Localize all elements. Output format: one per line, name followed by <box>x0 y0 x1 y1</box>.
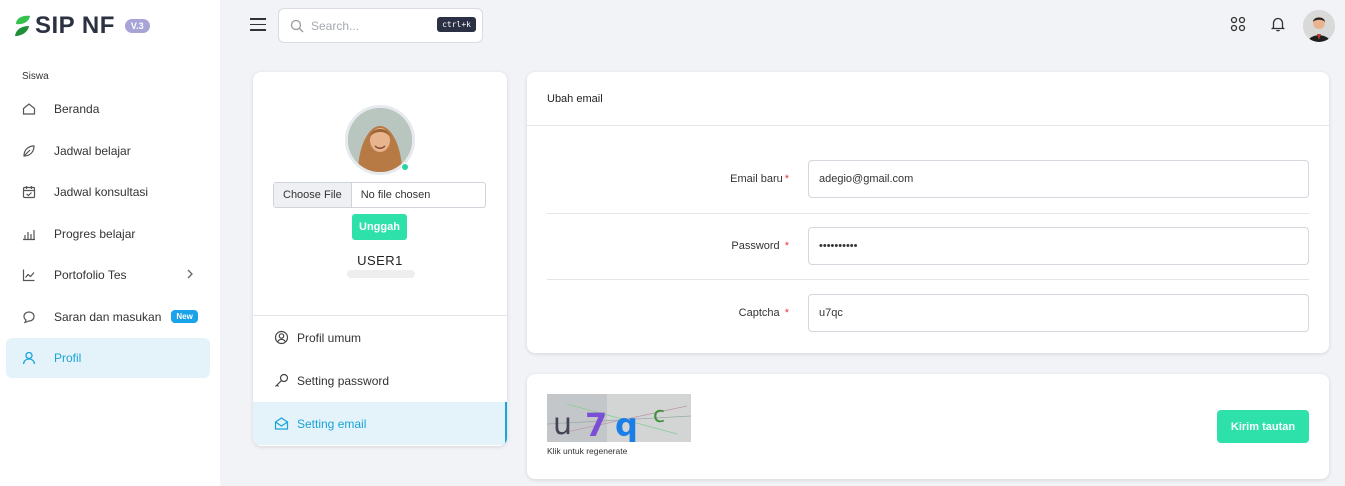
bar-chart-icon <box>22 227 36 241</box>
new-badge: New <box>171 310 198 323</box>
new-email-input[interactable] <box>808 160 1309 198</box>
sidebar-item-jadwal-belajar[interactable]: Jadwal belajar <box>6 131 210 171</box>
captcha-image[interactable]: u 7 q c <box>547 394 691 442</box>
user-avatar[interactable] <box>1303 10 1335 42</box>
profile-menu-setting-email[interactable]: Setting email <box>253 402 507 445</box>
leaf-logo-icon <box>15 15 30 36</box>
user-circle-icon <box>273 330 289 346</box>
menu-toggle-button[interactable] <box>250 18 266 32</box>
sidebar-item-beranda[interactable]: Beranda <box>6 89 210 129</box>
email-label: Email baru * <box>730 173 789 185</box>
profile-menu-label: Setting password <box>297 373 390 388</box>
leaf-icon <box>22 144 36 158</box>
sidebar-item-label: Saran dan masukan <box>54 309 162 324</box>
captcha-char: c <box>653 403 665 428</box>
app-name: SIP NF <box>35 12 115 39</box>
captcha-row: Captcha * <box>547 294 1309 361</box>
password-label: Password * <box>731 240 789 252</box>
password-input[interactable] <box>808 227 1309 265</box>
sidebar-item-label: Jadwal belajar <box>54 143 131 158</box>
online-status-dot <box>401 163 409 171</box>
sidebar: SIP NF V.3 Siswa Beranda Jadwal belajar … <box>0 0 220 486</box>
profile-menu-label: Setting email <box>297 416 367 431</box>
divider <box>547 213 1309 214</box>
captcha-label: Captcha * <box>738 307 789 319</box>
calendar-icon <box>22 185 36 199</box>
line-chart-icon <box>22 268 36 282</box>
profile-menu-profil-umum[interactable]: Profil umum <box>253 316 507 359</box>
sidebar-section-title: Siswa <box>22 71 49 82</box>
envelope-open-icon <box>273 416 289 432</box>
bell-icon[interactable] <box>1270 16 1286 32</box>
captcha-input[interactable] <box>808 294 1309 332</box>
version-badge: V.3 <box>124 19 150 33</box>
sidebar-item-portofolio-tes[interactable]: Portofolio Tes <box>6 255 210 295</box>
captcha-char: u <box>553 407 572 442</box>
sidebar-item-profil[interactable]: Profil <box>6 338 210 378</box>
app-logo[interactable]: SIP NF V.3 <box>14 12 150 40</box>
change-email-card: Ubah email Email baru* Password * Captch… <box>527 72 1329 353</box>
profile-menu: Profil umum Setting password Setting ema… <box>253 316 507 445</box>
captcha-card: u 7 q c Klik untuk regenerate Kirim taut… <box>527 374 1329 479</box>
email-row: Email baru * <box>547 160 1309 227</box>
sidebar-item-saran-dan-masukan[interactable]: Saran dan masukan New <box>6 297 210 337</box>
apps-grid-icon[interactable] <box>1230 16 1246 32</box>
sidebar-item-progres-belajar[interactable]: Progres belajar <box>6 214 210 254</box>
send-link-button[interactable]: Kirim tautan <box>1217 410 1309 443</box>
choose-file-button[interactable]: Choose File <box>274 183 352 207</box>
card-title: Ubah email <box>527 72 1329 126</box>
password-row: Password * <box>547 227 1309 294</box>
photo-file-input[interactable]: Choose File No file chosen <box>273 182 486 208</box>
sidebar-item-jadwal-konsultasi[interactable]: Jadwal konsultasi <box>6 172 210 212</box>
search-icon <box>290 19 304 32</box>
search-input[interactable] <box>311 18 421 33</box>
user-icon <box>22 351 36 365</box>
sidebar-item-label: Beranda <box>54 102 100 116</box>
chevron-right-icon <box>186 268 194 282</box>
sidebar-item-label: Profil <box>54 351 82 365</box>
redacted-text-placeholder <box>347 270 415 278</box>
file-name-text: No file chosen <box>360 189 431 201</box>
search-shortcut-badge: ctrl+k <box>437 17 476 32</box>
captcha-char: 7 <box>585 406 607 442</box>
sidebar-item-label: Jadwal konsultasi <box>54 185 149 199</box>
key-icon <box>273 373 289 389</box>
sidebar-nav: Beranda Jadwal belajar Jadwal konsultasi… <box>6 89 210 380</box>
profile-menu-label: Profil umum <box>297 330 362 345</box>
search-box[interactable]: ctrl+k <box>278 8 483 43</box>
divider <box>547 279 1309 280</box>
profile-menu-setting-password[interactable]: Setting password <box>253 359 507 402</box>
sidebar-item-label: Progres belajar <box>54 226 136 241</box>
chat-icon <box>22 310 36 324</box>
profile-card: Choose File No file chosen Unggah USER1 … <box>253 72 507 446</box>
captcha-char: q <box>615 406 638 442</box>
home-icon <box>22 102 36 116</box>
upload-button[interactable]: Unggah <box>352 214 407 240</box>
sidebar-item-label: Portofolio Tes <box>54 268 127 282</box>
profile-username: USER1 <box>357 253 403 268</box>
captcha-hint: Klik untuk regenerate <box>547 446 628 456</box>
